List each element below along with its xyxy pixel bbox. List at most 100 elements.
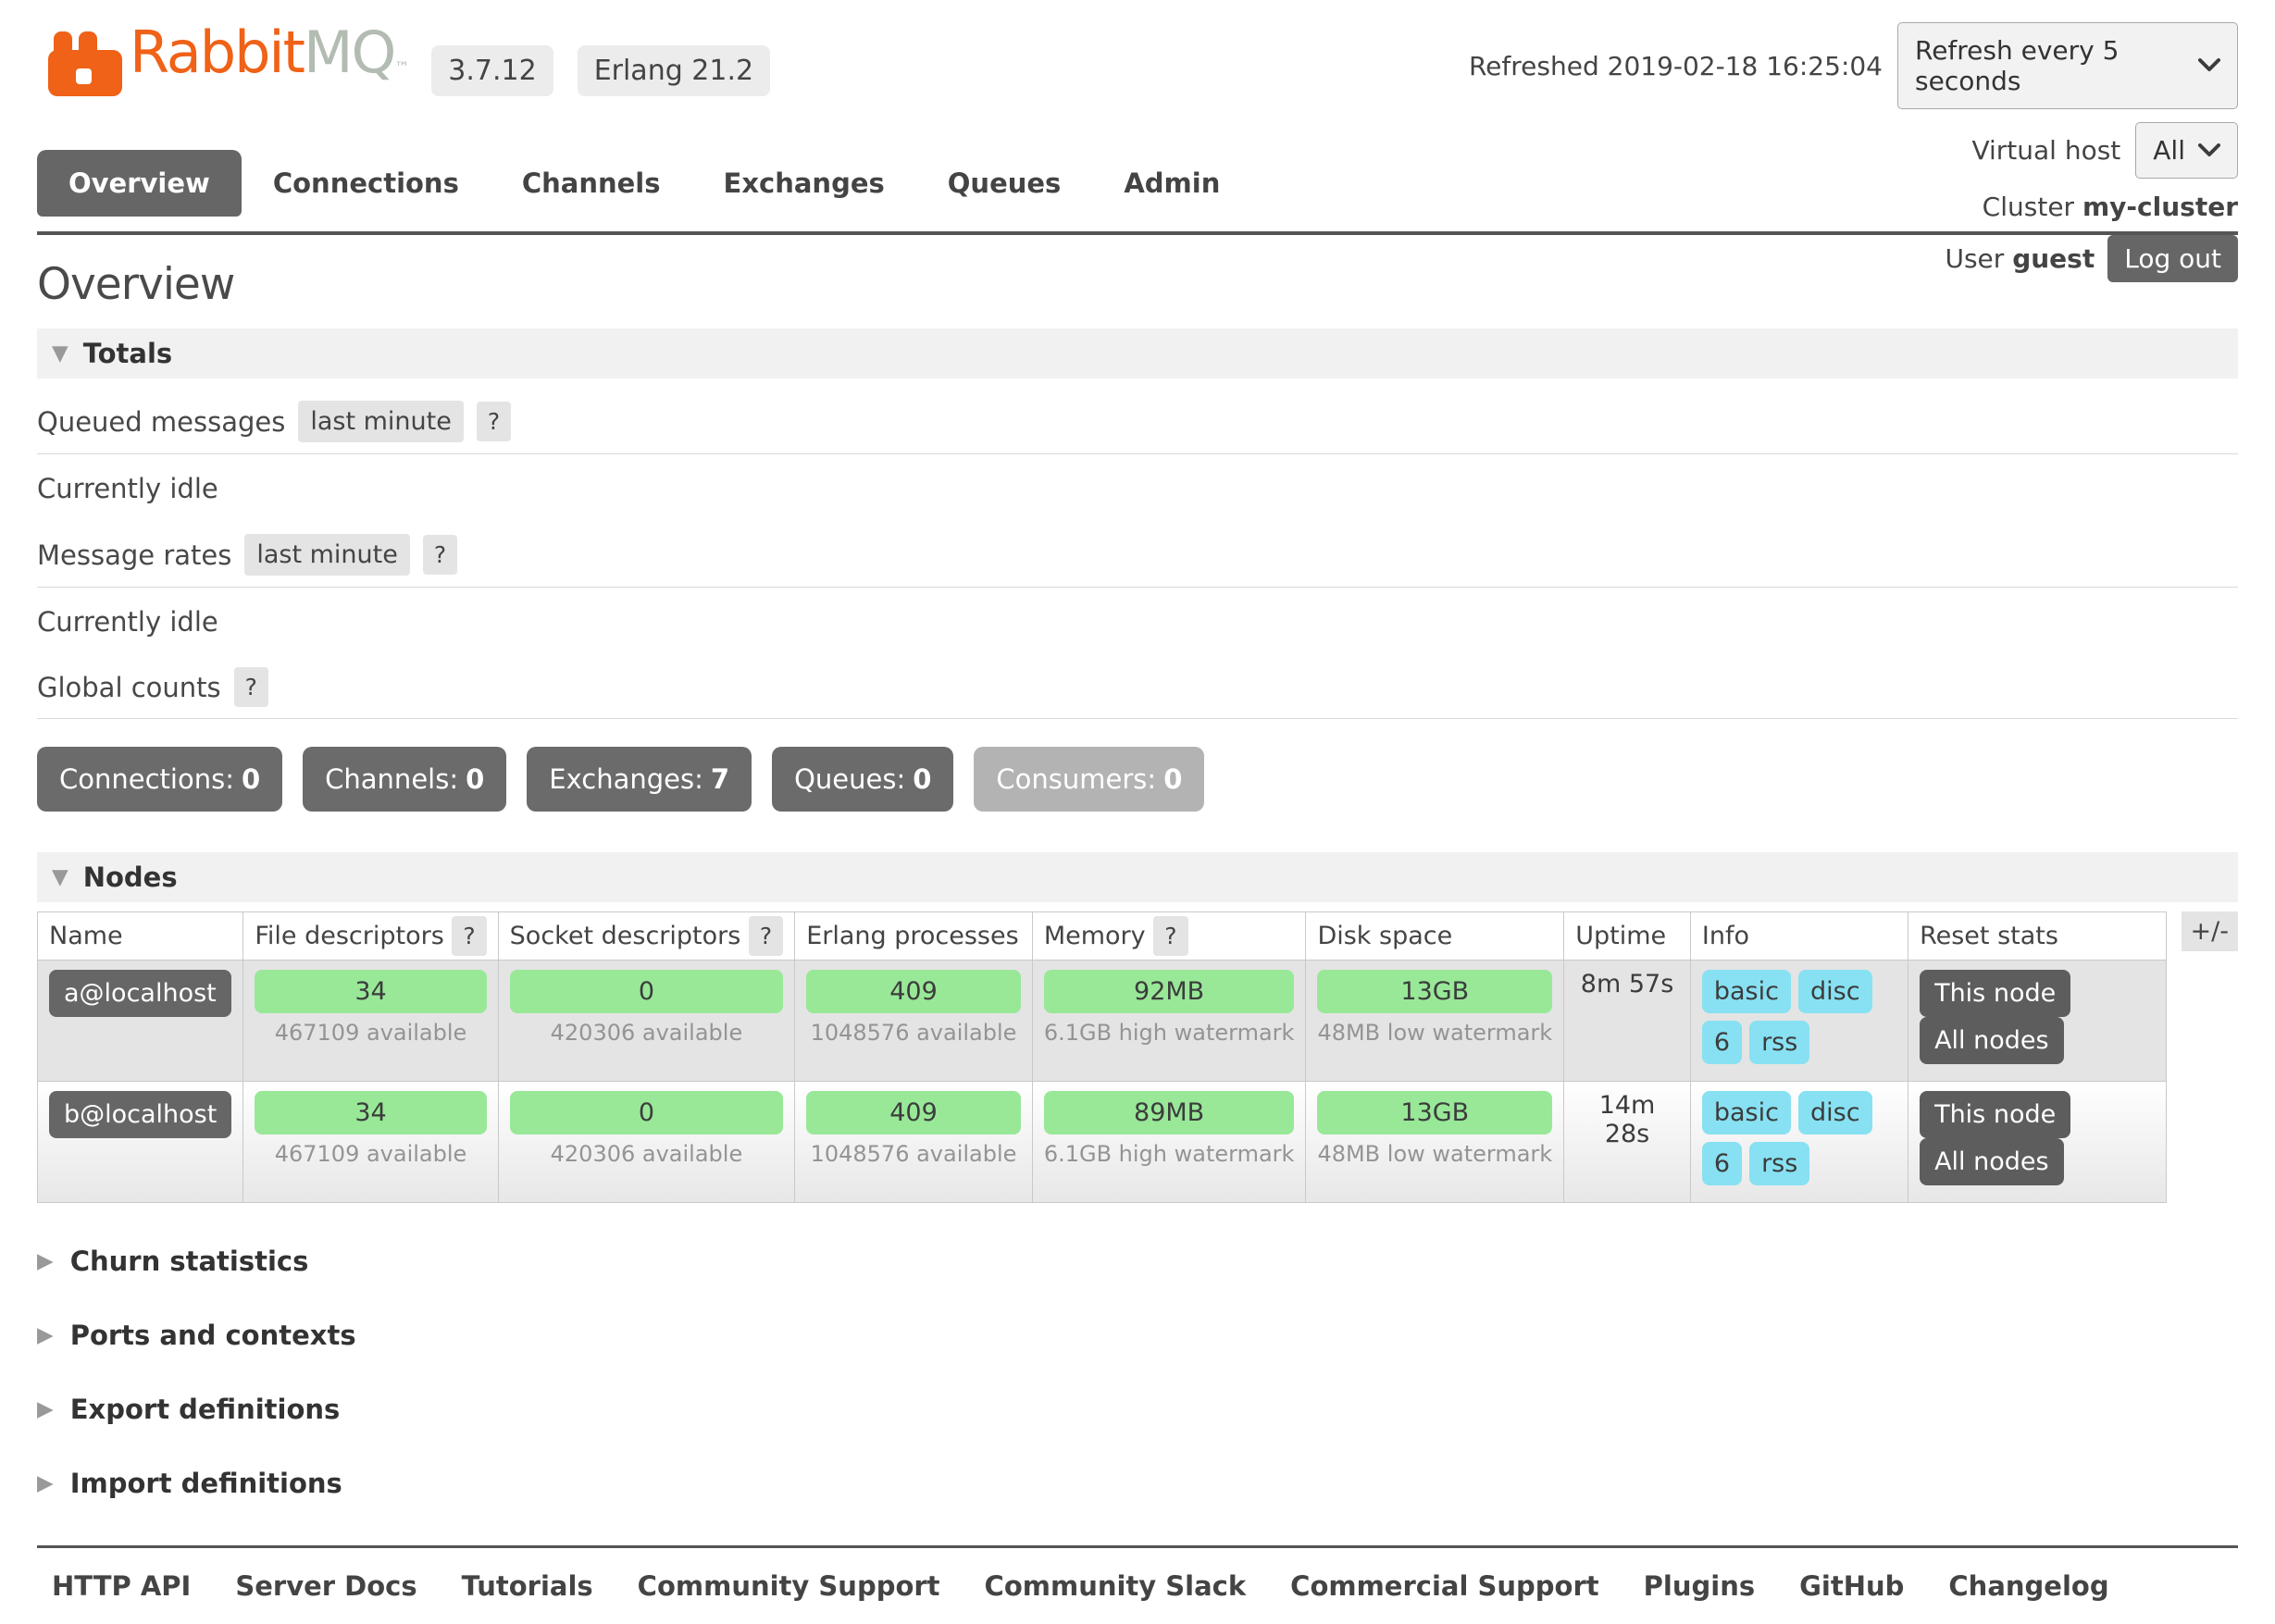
procs-note: 1048576 available xyxy=(806,1020,1021,1046)
reset-this-node-button[interactable]: This node xyxy=(1920,970,2070,1017)
virtual-host-label: Virtual host xyxy=(1971,135,2120,166)
column-toggle-button[interactable]: +/- xyxy=(2182,911,2238,951)
tab-overview[interactable]: Overview xyxy=(37,150,242,217)
disk-note: 48MB low watermark xyxy=(1317,1141,1552,1167)
channels-count-button[interactable]: Channels:0 xyxy=(303,747,506,812)
section-export-title: Export definitions xyxy=(70,1394,341,1425)
triangle-right-icon: ▶ xyxy=(37,1397,54,1421)
cluster-row: Cluster my-cluster xyxy=(1983,192,2238,222)
header-right: Refreshed 2019-02-18 16:25:04 Refresh ev… xyxy=(1469,22,2238,295)
tab-channels[interactable]: Channels xyxy=(491,150,692,217)
col-header-fd-label: File descriptors xyxy=(255,922,443,950)
queues-count-value: 0 xyxy=(913,763,931,795)
col-header-info: Info xyxy=(1690,912,1908,961)
rates-period-badge[interactable]: last minute xyxy=(244,534,410,576)
info-cell: basicdisc6rss xyxy=(1690,1082,1908,1203)
virtual-host-select[interactable]: All xyxy=(2135,122,2238,179)
nodes-table: Name File descriptors ? Socket descripto… xyxy=(37,911,2167,1203)
fd-help-badge[interactable]: ? xyxy=(452,916,486,956)
connections-count-label: Connections: xyxy=(59,763,234,795)
queued-messages-row: Queued messages last minute ? xyxy=(37,384,2238,454)
tab-exchanges[interactable]: Exchanges xyxy=(692,150,916,217)
queues-count-button[interactable]: Queues:0 xyxy=(772,747,953,812)
info-tag-disc: disc xyxy=(1798,970,1872,1013)
virtual-host-value: All xyxy=(2153,135,2185,166)
footer-link-changelog[interactable]: Changelog xyxy=(1948,1570,2108,1602)
refresh-row: Refreshed 2019-02-18 16:25:04 Refresh ev… xyxy=(1469,22,2238,109)
rates-help-badge[interactable]: ? xyxy=(423,535,457,575)
info-tag-stats: 6 xyxy=(1702,1021,1742,1064)
global-counts-row: Global counts ? xyxy=(37,651,2238,719)
col-header-socket-descriptors: Socket descriptors ? xyxy=(498,912,795,961)
fd-note: 467109 available xyxy=(255,1020,486,1046)
exchanges-count-label: Exchanges: xyxy=(549,763,703,795)
section-totals-title: Totals xyxy=(83,338,173,369)
disk-bar: 13GB xyxy=(1317,1091,1552,1134)
queues-count-label: Queues: xyxy=(794,763,905,795)
footer-link-commercial-support[interactable]: Commercial Support xyxy=(1290,1570,1599,1602)
fd-cell: 34467109 available xyxy=(243,961,498,1082)
rabbitmq-logo[interactable]: RabbitMQ™ xyxy=(48,24,407,96)
section-totals[interactable]: ▼ Totals xyxy=(37,329,2238,378)
global-counts-help-badge[interactable]: ? xyxy=(234,667,268,707)
refresh-interval-select[interactable]: Refresh every 5 seconds xyxy=(1897,22,2238,109)
fd-note: 467109 available xyxy=(255,1141,486,1167)
node-name-badge[interactable]: a@localhost xyxy=(49,970,231,1017)
queued-period-badge[interactable]: last minute xyxy=(298,401,464,442)
info-tag-stats: 6 xyxy=(1702,1142,1742,1185)
tab-admin[interactable]: Admin xyxy=(1092,150,1251,217)
triangle-down-icon: ▼ xyxy=(52,341,68,366)
uptime-cell: 14m 28s xyxy=(1564,1082,1691,1203)
footer-link-community-support[interactable]: Community Support xyxy=(638,1570,940,1602)
footer-link-plugins[interactable]: Plugins xyxy=(1644,1570,1755,1602)
procs-bar: 409 xyxy=(806,970,1021,1013)
queued-help-badge[interactable]: ? xyxy=(477,402,511,441)
col-header-memory: Memory ? xyxy=(1032,912,1306,961)
triangle-right-icon: ▶ xyxy=(37,1249,54,1273)
chevron-down-icon xyxy=(2198,58,2220,73)
brand-rabbit: Rabbit xyxy=(130,19,304,86)
procs-bar: 409 xyxy=(806,1091,1021,1134)
cluster-name: my-cluster xyxy=(2082,192,2238,222)
reset-all-nodes-button[interactable]: All nodes xyxy=(1920,1017,2064,1064)
connections-count-button[interactable]: Connections:0 xyxy=(37,747,282,812)
brand-tm: ™ xyxy=(394,58,407,76)
sockets-bar: 0 xyxy=(510,1091,784,1134)
col-header-erlang-processes: Erlang processes xyxy=(795,912,1033,961)
node-name-badge[interactable]: b@localhost xyxy=(49,1091,231,1138)
reset-this-node-button[interactable]: This node xyxy=(1920,1091,2070,1138)
channels-count-label: Channels: xyxy=(325,763,458,795)
logout-button[interactable]: Log out xyxy=(2107,235,2238,282)
section-export-definitions[interactable]: ▶ Export definitions xyxy=(37,1394,2238,1425)
section-nodes-title: Nodes xyxy=(83,862,178,893)
reset-all-nodes-button[interactable]: All nodes xyxy=(1920,1138,2064,1185)
queued-status: Currently idle xyxy=(37,454,2238,517)
footer-link-tutorials[interactable]: Tutorials xyxy=(462,1570,593,1602)
exchanges-count-button[interactable]: Exchanges:7 xyxy=(527,747,752,812)
nodes-table-wrap: Name File descriptors ? Socket descripto… xyxy=(37,911,2238,1203)
tab-connections[interactable]: Connections xyxy=(242,150,491,217)
footer-link-github[interactable]: GitHub xyxy=(1799,1570,1904,1602)
section-churn-statistics[interactable]: ▶ Churn statistics xyxy=(37,1246,2238,1277)
footer-link-http-api[interactable]: HTTP API xyxy=(52,1570,191,1602)
header: RabbitMQ™ 3.7.12 Erlang 21.2 Refreshed 2… xyxy=(0,0,2275,231)
section-import-definitions[interactable]: ▶ Import definitions xyxy=(37,1468,2238,1499)
sockets-cell: 0420306 available xyxy=(498,961,795,1082)
procs-cell: 409 1048576 available xyxy=(795,1082,1033,1203)
fd-cell: 34467109 available xyxy=(243,1082,498,1203)
sockets-note: 420306 available xyxy=(510,1141,784,1167)
node-name-cell: b@localhost xyxy=(38,1082,243,1203)
rates-status: Currently idle xyxy=(37,588,2238,651)
footer-link-community-slack[interactable]: Community Slack xyxy=(985,1570,1247,1602)
version-badge: 3.7.12 xyxy=(431,45,553,96)
sockets-help-badge[interactable]: ? xyxy=(749,916,783,956)
main-nav-tabs: Overview Connections Channels Exchanges … xyxy=(37,150,1251,217)
tab-queues[interactable]: Queues xyxy=(916,150,1093,217)
section-nodes[interactable]: ▼ Nodes xyxy=(37,852,2238,902)
connections-count-value: 0 xyxy=(242,763,260,795)
procs-note: 1048576 available xyxy=(806,1141,1021,1167)
memory-help-badge[interactable]: ? xyxy=(1153,916,1187,956)
section-ports-and-contexts[interactable]: ▶ Ports and contexts xyxy=(37,1320,2238,1351)
queued-messages-label: Queued messages xyxy=(37,406,285,438)
footer-link-server-docs[interactable]: Server Docs xyxy=(235,1570,416,1602)
